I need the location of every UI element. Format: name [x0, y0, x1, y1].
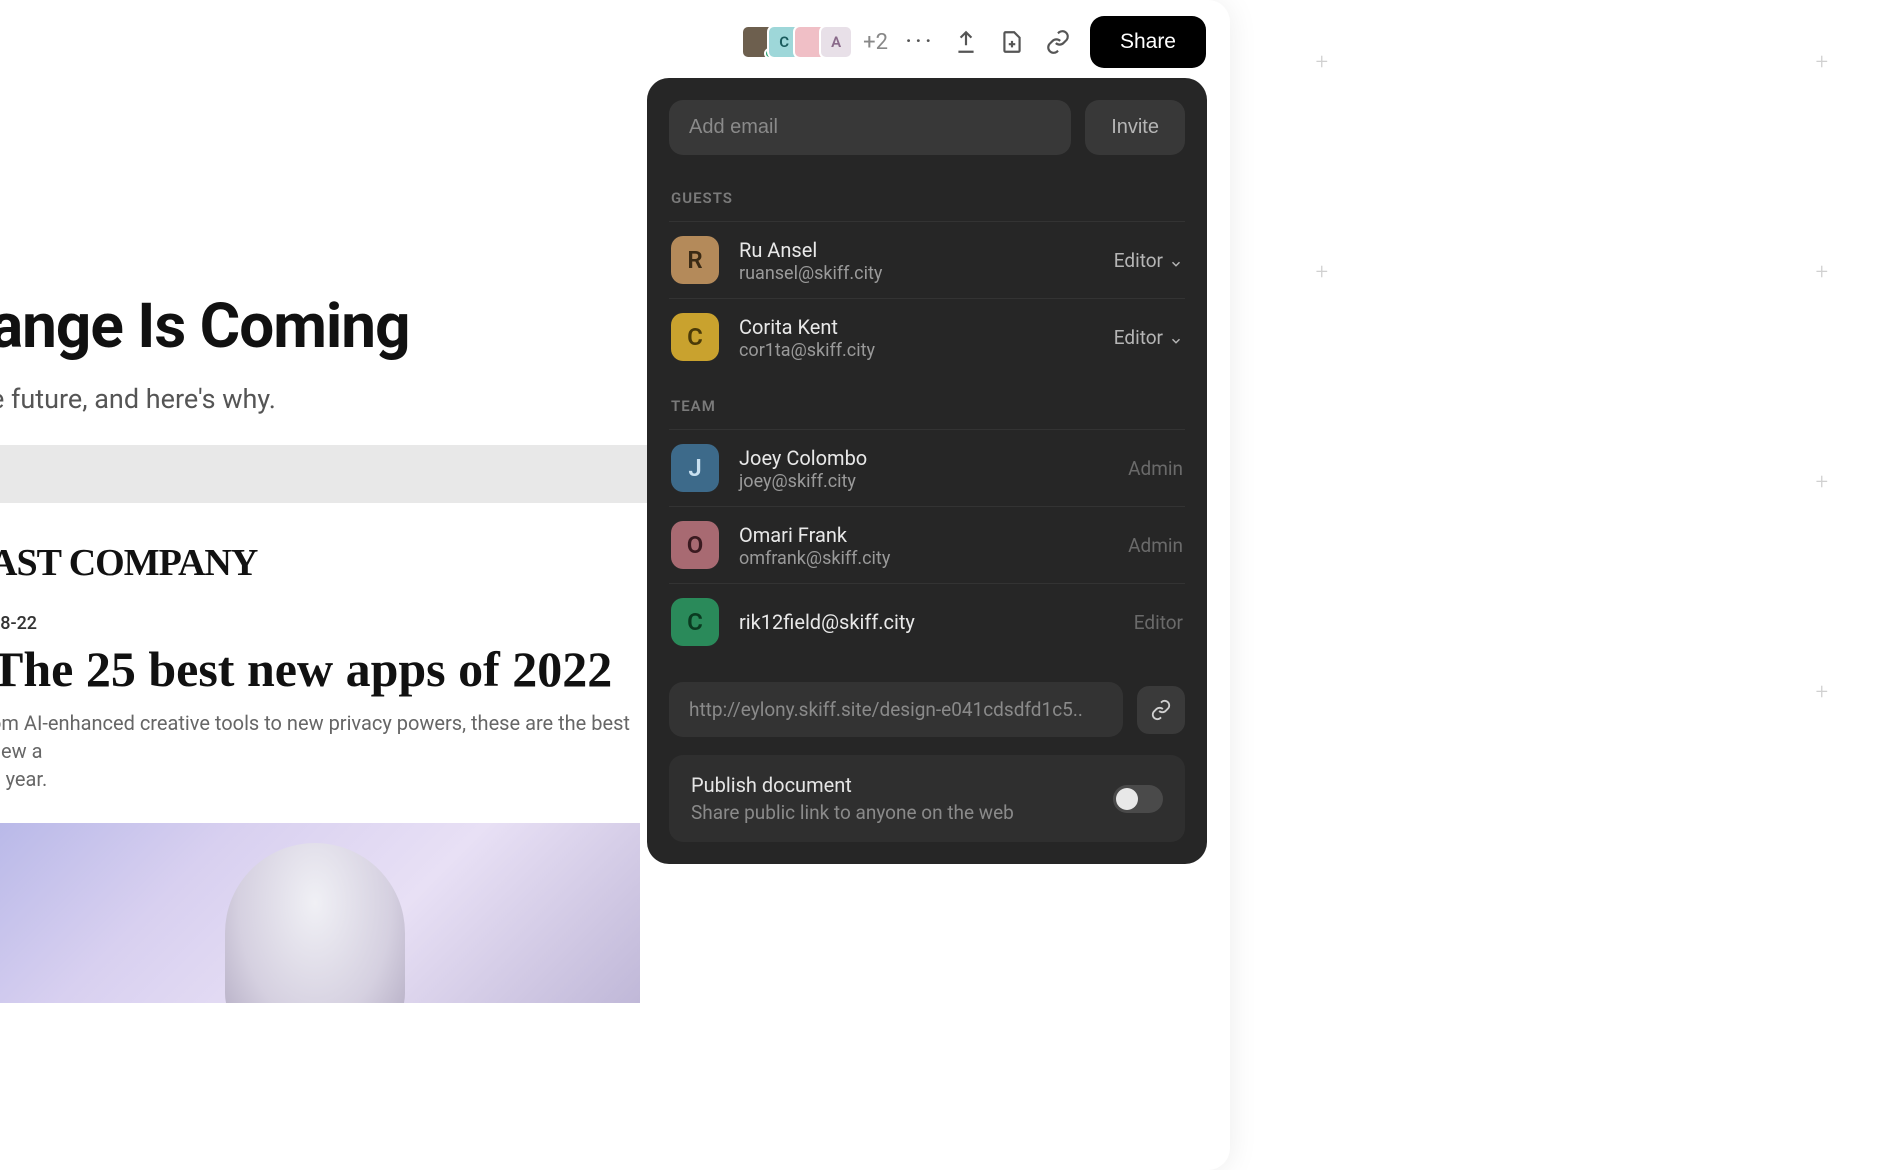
role-label: Admin: [1128, 457, 1183, 480]
publisher-logo: AST COMPANY: [0, 541, 650, 585]
document-toolbar: C A +2 ··· Share: [741, 16, 1206, 68]
link-icon: [1150, 699, 1172, 721]
guest-name: Corita Kent: [739, 314, 1114, 340]
copy-link-button[interactable]: [1137, 686, 1185, 734]
team-section-label: TEAM: [669, 375, 1185, 429]
team-email: rik12field@skiff.city: [739, 609, 1134, 635]
team-email: omfrank@skiff.city: [739, 548, 1128, 569]
invite-button[interactable]: Invite: [1085, 100, 1185, 155]
content-divider: [0, 445, 660, 503]
avatar: C: [671, 598, 719, 646]
page-subtitle[interactable]: e future, and here's why.: [0, 383, 690, 415]
share-button[interactable]: Share: [1090, 16, 1206, 68]
avatar: O: [671, 521, 719, 569]
chevron-down-icon: [1169, 253, 1183, 267]
export-icon[interactable]: [952, 28, 980, 56]
import-file-icon[interactable]: [998, 28, 1026, 56]
guest-email: cor1ta@skiff.city: [739, 340, 1114, 361]
add-email-input[interactable]: [669, 100, 1071, 155]
page-title[interactable]: ange Is Coming: [0, 290, 690, 363]
publish-row: Publish document Share public link to an…: [669, 755, 1185, 842]
guests-section-label: GUESTS: [669, 181, 1185, 221]
avatar: R: [671, 236, 719, 284]
avatar: C: [671, 313, 719, 361]
statue-illustration: [225, 843, 405, 1003]
team-row: O Omari Frank omfrank@skiff.city Admin: [669, 506, 1185, 583]
more-options-icon[interactable]: ···: [906, 28, 934, 56]
chevron-down-icon: [1169, 330, 1183, 344]
document-body[interactable]: ange Is Coming e future, and here's why.…: [0, 290, 690, 1003]
article-date: 28-22: [0, 613, 650, 634]
canvas-background: + + + + + +: [1188, 0, 1888, 1170]
article-title: The 25 best new apps of 2022: [0, 642, 650, 697]
avatar-user-4[interactable]: A: [819, 25, 853, 59]
team-email: joey@skiff.city: [739, 471, 1128, 492]
publish-title: Publish document: [691, 773, 1113, 797]
share-link-field[interactable]: http://eylony.skiff.site/design-e041cdsd…: [669, 682, 1123, 737]
share-panel: Invite GUESTS R Ru Ansel ruansel@skiff.c…: [647, 78, 1207, 864]
publish-toggle[interactable]: [1113, 785, 1163, 813]
collaborator-avatars[interactable]: C A +2: [741, 25, 888, 59]
team-name: Joey Colombo: [739, 445, 1128, 471]
guest-name: Ru Ansel: [739, 237, 1114, 263]
role-dropdown[interactable]: Editor: [1114, 249, 1183, 272]
guest-email: ruansel@skiff.city: [739, 263, 1114, 284]
avatar: J: [671, 444, 719, 492]
document-canvas: C A +2 ··· Share ange Is Coming e future…: [0, 0, 1230, 1170]
publish-description: Share public link to anyone on the web: [691, 801, 1113, 824]
guest-row: C Corita Kent cor1ta@skiff.city Editor: [669, 298, 1185, 375]
article-description: om AI-enhanced creative tools to new pri…: [0, 709, 640, 793]
role-dropdown[interactable]: Editor: [1114, 326, 1183, 349]
role-label: Admin: [1128, 534, 1183, 557]
avatar-overflow-count[interactable]: +2: [863, 30, 888, 55]
team-row: C rik12field@skiff.city Editor: [669, 583, 1185, 660]
role-label: Editor: [1134, 611, 1183, 634]
embedded-article: AST COMPANY 28-22 The 25 best new apps o…: [0, 503, 650, 1003]
team-name: Omari Frank: [739, 522, 1128, 548]
team-row: J Joey Colombo joey@skiff.city Admin: [669, 429, 1185, 506]
guest-row: R Ru Ansel ruansel@skiff.city Editor: [669, 221, 1185, 298]
article-hero-image: [0, 823, 640, 1003]
toggle-knob: [1116, 788, 1138, 810]
link-icon[interactable]: [1044, 28, 1072, 56]
